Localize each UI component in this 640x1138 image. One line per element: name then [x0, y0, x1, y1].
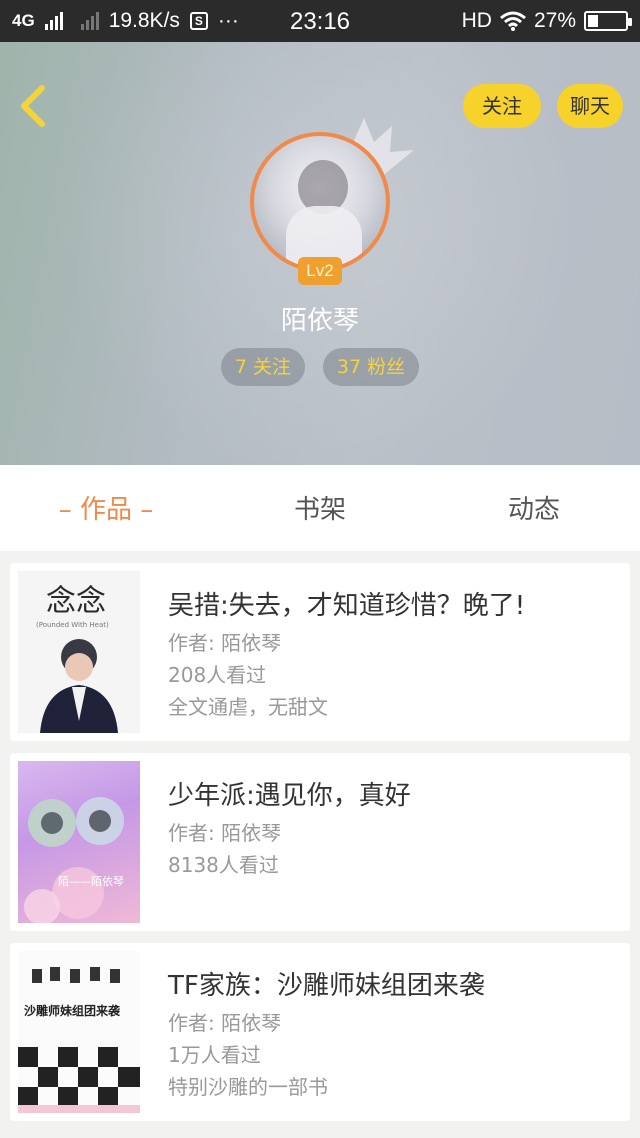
- follow-button[interactable]: 关注: [463, 84, 541, 128]
- back-arrow-icon[interactable]: [14, 82, 54, 130]
- network-label: 4G: [12, 11, 35, 30]
- book-views: 208人看过: [168, 663, 267, 687]
- svg-text:念念: 念念: [46, 584, 106, 619]
- book-card[interactable]: 念念 (Pounded With Heat) 吴措:失去，才知道珍惜？晚了! 作…: [10, 563, 630, 741]
- book-views: 8138人看过: [168, 853, 279, 877]
- following-count[interactable]: 7 关注: [221, 348, 305, 386]
- book-title[interactable]: 少年派:遇见你，真好: [168, 775, 411, 812]
- avatar[interactable]: [250, 132, 390, 272]
- network-speed: 19.8K/s: [108, 9, 180, 32]
- book-author: 作者: 陌依琴: [168, 1011, 282, 1035]
- profile-header: 关注 聊天 Lv2 陌依琴 7 关注 37 粉丝: [0, 42, 640, 465]
- fans-count[interactable]: 37 粉丝: [323, 348, 419, 386]
- profile-tabs: – 作品 – 书架 动态: [0, 465, 640, 551]
- battery-icon: [584, 11, 632, 31]
- app-notification-icon: S: [189, 12, 208, 30]
- book-cover: 念念 (Pounded With Heat): [18, 571, 140, 733]
- clock: 23:16: [289, 8, 351, 35]
- status-bar: 4G 19.8K/s S ··· 23:16 HD 27%: [0, 0, 640, 42]
- book-description: 全文通虐，无甜文: [168, 695, 328, 719]
- chat-button[interactable]: 聊天: [557, 84, 623, 128]
- book-description: 特别沙雕的一部书: [168, 1075, 328, 1099]
- book-card[interactable]: 陌——陌依琴 少年派:遇见你，真好 作者: 陌依琴 8138人看过: [10, 753, 630, 931]
- book-title[interactable]: TF家族：沙雕师妹组团来袭: [168, 965, 485, 1002]
- book-card[interactable]: 沙雕师妹组团来袭 TF家族：沙雕师妹组团来袭 作者: 陌依琴 1万人看过 特别沙…: [10, 943, 630, 1121]
- book-cover: 沙雕师妹组团来袭: [18, 951, 140, 1113]
- more-notifications: ···: [217, 9, 239, 32]
- book-author: 作者: 陌依琴: [168, 821, 282, 845]
- book-cover: 陌——陌依琴: [18, 761, 140, 923]
- svg-text:陌——陌依琴: 陌——陌依琴: [58, 875, 124, 888]
- book-views: 1万人看过: [168, 1043, 261, 1067]
- book-author: 作者: 陌依琴: [168, 631, 282, 655]
- wifi-icon: [500, 11, 526, 31]
- battery-percent: 27%: [533, 9, 576, 32]
- level-badge: Lv2: [298, 257, 342, 285]
- tab-activity[interactable]: 动态: [474, 465, 594, 551]
- tab-bookshelf[interactable]: 书架: [260, 465, 380, 551]
- book-title[interactable]: 吴措:失去，才知道珍惜？晚了!: [168, 585, 525, 622]
- svg-text:(Pounded With Heat): (Pounded With Heat): [36, 621, 109, 629]
- signal-secondary-icon: [80, 12, 99, 30]
- tab-works[interactable]: – 作品 –: [30, 465, 182, 551]
- signal-icon: [44, 12, 63, 30]
- hd-label: HD: [461, 9, 492, 32]
- username: 陌依琴: [280, 306, 359, 336]
- svg-text:沙雕师妹组团来袭: 沙雕师妹组团来袭: [24, 1003, 121, 1018]
